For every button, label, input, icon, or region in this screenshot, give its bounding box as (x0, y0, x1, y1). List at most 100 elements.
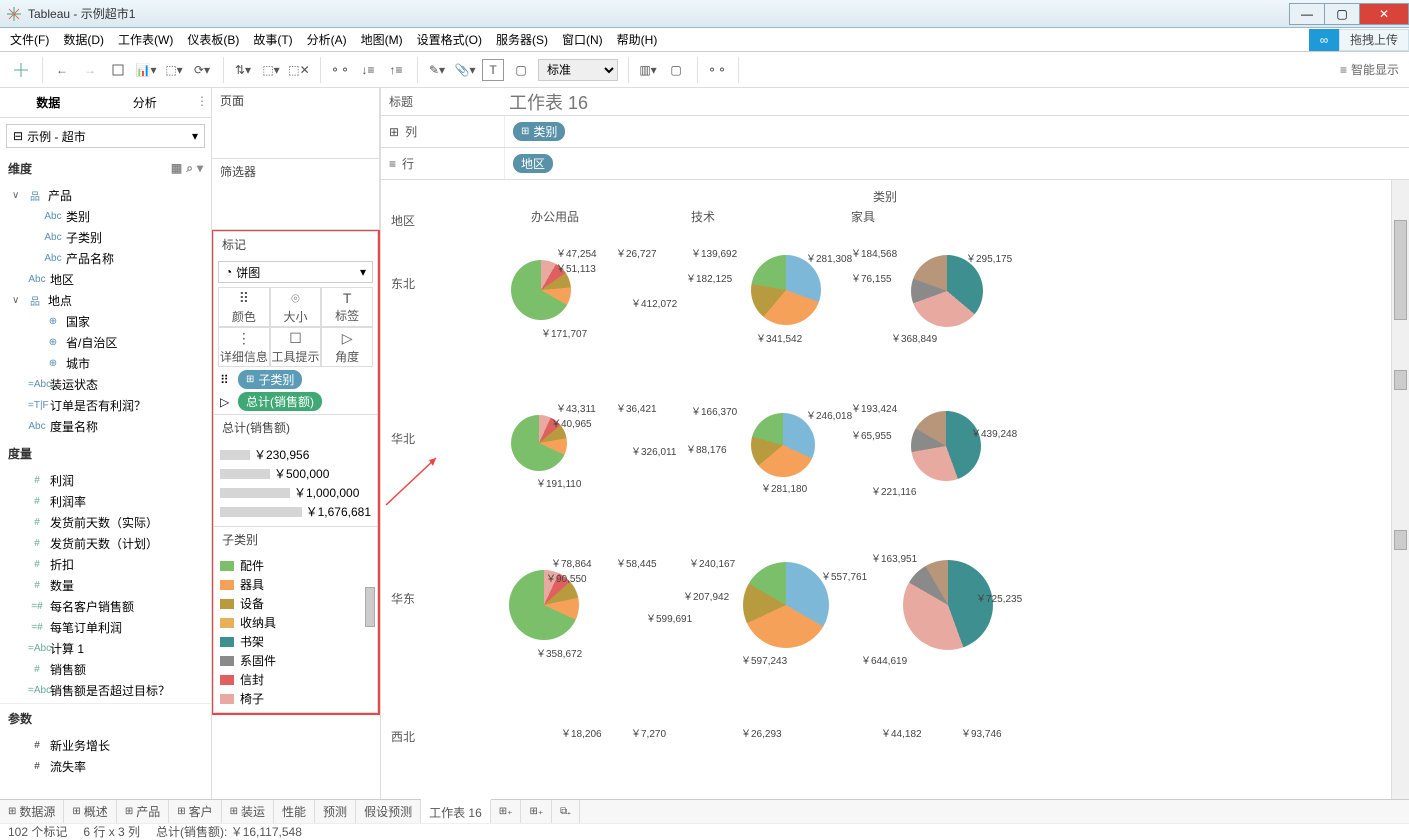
sheet-tab[interactable]: 工作表 16 (421, 799, 491, 823)
menu-worksheet[interactable]: 工作表(W) (118, 31, 173, 48)
mark-type-select[interactable]: ◔ 饼图 ▾ (218, 261, 373, 283)
dimension-item[interactable]: Abc地区 (4, 269, 207, 290)
pages-card[interactable]: 页面 (211, 87, 380, 159)
legend-scrollbar[interactable] (365, 587, 375, 627)
mark-cell-角度[interactable]: ▷角度 (321, 327, 373, 367)
highlight-button[interactable]: ✎▾ (426, 59, 448, 81)
menu-format[interactable]: 设置格式(O) (417, 31, 482, 48)
sheet-tab[interactable]: ⊞数据源 (0, 800, 64, 824)
share-button[interactable]: ⚬⚬ (706, 59, 728, 81)
caption-button[interactable]: ▢ (510, 59, 532, 81)
measure-item[interactable]: #发货前天数（实际） (4, 512, 207, 533)
legend-item[interactable]: 收纳具 (220, 613, 371, 632)
menu-data[interactable]: 数据(D) (63, 31, 104, 48)
param-item[interactable]: #新业务增长 (4, 735, 207, 756)
show-button[interactable]: ▥▾ (637, 59, 659, 81)
search-icon[interactable]: ⌕ (186, 161, 193, 176)
measure-item[interactable]: =Abc计算 1 (4, 638, 207, 659)
legend-item[interactable]: 配件 (220, 556, 371, 575)
pie-chart[interactable] (751, 255, 821, 325)
close-button[interactable]: ✕ (1359, 3, 1409, 25)
panel-menu-icon[interactable]: ⋮ (193, 88, 211, 117)
measure-item[interactable]: #折扣 (4, 554, 207, 575)
dimension-item[interactable]: ⊕国家 (4, 311, 207, 332)
minimize-button[interactable]: — (1289, 3, 1325, 25)
dimension-item[interactable]: Abc类别 (4, 206, 207, 227)
analysis-tab[interactable]: 分析 (97, 88, 194, 117)
sheet-tab[interactable]: 性能 (274, 800, 315, 824)
mark-cell-大小[interactable]: ⌾大小 (270, 287, 322, 327)
menu-file[interactable]: 文件(F) (10, 31, 49, 48)
legend-item[interactable]: 设备 (220, 594, 371, 613)
sort2-button[interactable]: ↑≡ (385, 59, 407, 81)
sort-asc-button[interactable]: ⬚▾ (260, 59, 282, 81)
legend-item[interactable]: 器具 (220, 575, 371, 594)
pill-subcat[interactable]: ⊞子类别 (238, 370, 302, 389)
sheet-title[interactable]: 工作表 16 (505, 89, 588, 115)
viz-canvas[interactable]: 类别 地区 办公用品 技术 家具 东北 ￥47,254 ￥26,727 ￥51,… (381, 180, 1409, 807)
sort1-button[interactable]: ↓≡ (357, 59, 379, 81)
menu-help[interactable]: 帮助(H) (617, 31, 658, 48)
swap-button[interactable]: ⇅▾ (232, 59, 254, 81)
sheet-tab[interactable]: ⊞产品 (117, 800, 169, 824)
pie-chart[interactable] (751, 413, 815, 477)
dimension-item[interactable]: ⊕城市 (4, 353, 207, 374)
dimension-item[interactable]: ∨品地点 (4, 290, 207, 311)
dimension-item[interactable]: ∨品产品 (4, 185, 207, 206)
legend-item[interactable]: 信封 (220, 670, 371, 689)
data-tab[interactable]: 数据 (0, 88, 97, 117)
measure-item[interactable]: #发货前天数（计划） (4, 533, 207, 554)
sheet-tab[interactable]: ⊞装运 (222, 800, 274, 824)
sheet-tab[interactable]: 假设预测 (356, 800, 421, 824)
dimension-item[interactable]: =Abc装运状态 (4, 374, 207, 395)
pill-category[interactable]: ⊞类别 (513, 122, 565, 141)
save-button[interactable] (107, 59, 129, 81)
dimension-item[interactable]: =T|F订单是否有利润？ (4, 395, 207, 416)
measure-item[interactable]: =Abc销售额是否超过目标？ (4, 680, 207, 701)
pie-chart[interactable] (903, 560, 993, 650)
menu-window[interactable]: 窗口(N) (562, 31, 603, 48)
presentation-button[interactable]: ▢ (665, 59, 687, 81)
measure-item[interactable]: #利润 (4, 470, 207, 491)
group-button[interactable]: ⚬⚬ (329, 59, 351, 81)
new-worksheet-button[interactable]: ⬚▾ (163, 59, 185, 81)
viz-scrollbar[interactable] (1391, 180, 1409, 807)
mark-cell-标签[interactable]: T标签 (321, 287, 373, 327)
dimension-item[interactable]: ⊕省/自治区 (4, 332, 207, 353)
show-me-button[interactable]: ≡ 智能显示 (1340, 61, 1399, 78)
pie-chart[interactable] (911, 255, 983, 327)
back-button[interactable]: ← (51, 59, 73, 81)
dimension-item[interactable]: Abc子类别 (4, 227, 207, 248)
sheet-tab[interactable]: ⊞概述 (64, 800, 116, 824)
menu-story[interactable]: 故事(T) (253, 31, 292, 48)
label-button[interactable]: T (482, 59, 504, 81)
measure-item[interactable]: =#每名客户销售额 (4, 596, 207, 617)
maximize-button[interactable]: ▢ (1324, 3, 1360, 25)
measure-item[interactable]: #数量 (4, 575, 207, 596)
legend-item[interactable]: 系固件 (220, 651, 371, 670)
pie-chart[interactable] (911, 411, 981, 481)
sheet-tab[interactable]: ⊞₊ (521, 800, 552, 824)
legend-item[interactable]: 书架 (220, 632, 371, 651)
upload-label[interactable]: 拖拽上传 (1339, 29, 1409, 51)
menu-dashboard[interactable]: 仪表板(B) (187, 31, 239, 48)
arrow-icon[interactable]: ▾ (197, 161, 203, 176)
pill-region[interactable]: 地区 (513, 154, 553, 173)
fit-select[interactable]: 标准 (538, 59, 618, 81)
mark-cell-颜色[interactable]: ⠿颜色 (218, 287, 270, 327)
pill-sumsales[interactable]: 总计(销售额) (238, 392, 322, 411)
upload-icon[interactable]: ∞ (1309, 29, 1339, 51)
sheet-tab[interactable]: ⊞客户 (169, 800, 221, 824)
view-icon[interactable]: ▦ (171, 161, 182, 176)
dimension-item[interactable]: Abc产品名称 (4, 248, 207, 269)
menu-server[interactable]: 服务器(S) (496, 31, 548, 48)
tableau-icon[interactable] (10, 59, 32, 81)
pin-button[interactable]: 📎▾ (454, 59, 476, 81)
forward-button[interactable]: → (79, 59, 101, 81)
mark-cell-工具提示[interactable]: ☐工具提示 (270, 327, 322, 367)
legend-item[interactable]: 田且 (220, 708, 371, 712)
sheet-tab[interactable]: ⧉₊ (552, 800, 580, 824)
sort-desc-button[interactable]: ⬚✕ (288, 59, 310, 81)
filters-card[interactable]: 筛选器 (211, 158, 380, 230)
mark-cell-详细信息[interactable]: ⋮详细信息 (218, 327, 270, 367)
